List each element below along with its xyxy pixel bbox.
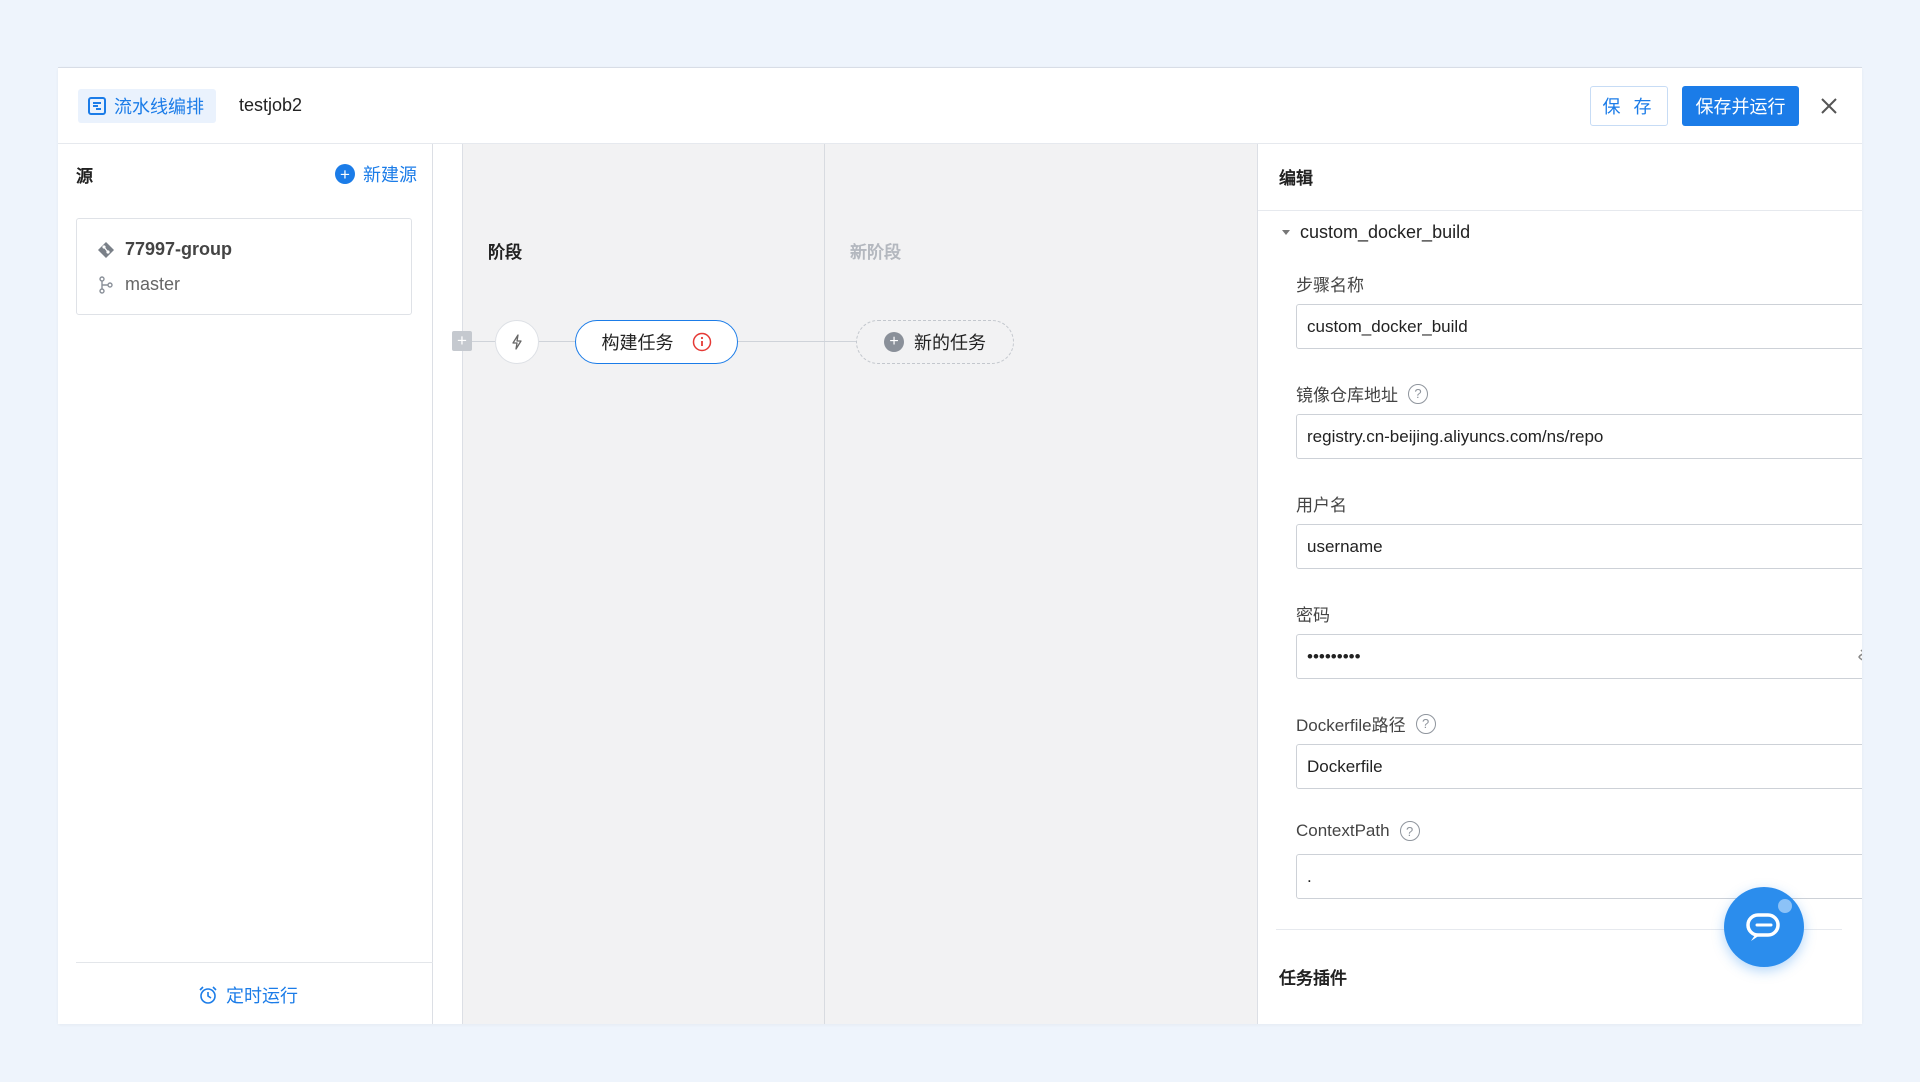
new-stage-column[interactable]: [825, 144, 1257, 1024]
timer-run-label: 定时运行: [226, 986, 298, 1006]
header-bar: 流水线编排 testjob2 保 存 保存并运行: [58, 68, 1862, 144]
chat-icon: [1746, 913, 1780, 941]
new-source-button[interactable]: + 新建源: [335, 161, 417, 187]
eye-off-icon[interactable]: [1857, 646, 1862, 668]
pipeline-editor-window: 流水线编排 testjob2 保 存 保存并运行 源 + 新建源 77997-g…: [58, 67, 1862, 1024]
new-source-label: 新建源: [363, 165, 417, 185]
pipeline-canvas: 阶段 新阶段 + 构建任务 + 新的任务: [433, 144, 1257, 1024]
connector-line: [472, 341, 495, 342]
stage-column: [463, 144, 825, 1024]
lightning-icon: [512, 334, 522, 350]
plus-circle-icon: +: [335, 164, 355, 184]
dockerfile-input[interactable]: [1296, 744, 1862, 789]
context-path-label: ContextPath ?: [1296, 821, 1420, 841]
branch-name: master: [125, 274, 181, 294]
dockerfile-label-text: Dockerfile路径: [1296, 716, 1406, 735]
username-input[interactable]: [1296, 524, 1862, 569]
new-task-button[interactable]: + 新的任务: [856, 320, 1014, 364]
save-button[interactable]: 保 存: [1590, 86, 1668, 126]
password-label-text: 密码: [1296, 606, 1330, 625]
build-task-node[interactable]: 构建任务: [575, 320, 738, 364]
section-name: custom_docker_build: [1300, 222, 1471, 242]
new-stage-title[interactable]: 新阶段: [850, 238, 901, 263]
close-icon[interactable]: [1818, 95, 1840, 117]
pipeline-icon: [88, 97, 106, 115]
info-circle-icon: [692, 332, 711, 352]
build-task-label: 构建任务: [601, 333, 674, 353]
edit-title: 编辑: [1279, 169, 1313, 188]
new-task-label: 新的任务: [914, 333, 986, 353]
plugins-title: 任务插件: [1279, 969, 1347, 988]
step-name-label-text: 步骤名称: [1296, 276, 1364, 295]
username-label: 用户名: [1296, 491, 1347, 516]
canvas-gutter: [433, 144, 463, 1024]
step-section-header[interactable]: custom_docker_build: [1282, 222, 1470, 243]
repo-name: 77997-group: [125, 239, 233, 259]
pipeline-chip-label: 流水线编排: [114, 97, 204, 117]
trigger-node[interactable]: [495, 320, 539, 364]
caret-down-icon: [1282, 230, 1290, 235]
timer-run-button[interactable]: 定时运行: [198, 982, 298, 1008]
edit-divider: [1258, 210, 1862, 211]
password-label: 密码: [1296, 601, 1330, 626]
help-icon[interactable]: ?: [1399, 821, 1420, 841]
step-name-label: 步骤名称: [1296, 271, 1364, 296]
job-name: testjob2: [239, 95, 303, 115]
source-card[interactable]: 77997-group master: [76, 218, 412, 315]
registry-label: 镜像仓库地址 ?: [1296, 381, 1428, 406]
connector-line: [539, 341, 575, 342]
context-path-label-text: ContextPath: [1296, 821, 1390, 840]
dockerfile-label: Dockerfile路径 ?: [1296, 711, 1436, 736]
registry-label-text: 镜像仓库地址: [1296, 386, 1398, 405]
help-icon[interactable]: ?: [1408, 383, 1428, 404]
branch-icon: [99, 275, 113, 294]
source-title: 源: [76, 167, 93, 186]
username-label-text: 用户名: [1296, 496, 1347, 515]
password-input[interactable]: [1296, 634, 1862, 679]
notification-dot: [1778, 899, 1792, 913]
save-and-run-button[interactable]: 保存并运行: [1682, 86, 1799, 126]
add-stage-icon[interactable]: +: [452, 331, 472, 351]
stage-title: 阶段: [488, 243, 522, 262]
alarm-clock-icon: [199, 986, 217, 1004]
git-icon: [98, 241, 114, 258]
plus-circle-icon: +: [884, 332, 904, 352]
help-icon[interactable]: ?: [1415, 713, 1436, 734]
chat-button[interactable]: [1724, 887, 1804, 967]
pipeline-chip[interactable]: 流水线编排: [78, 89, 216, 123]
connector-line: [738, 341, 856, 342]
registry-input[interactable]: [1296, 414, 1862, 459]
step-name-input[interactable]: [1296, 304, 1862, 349]
